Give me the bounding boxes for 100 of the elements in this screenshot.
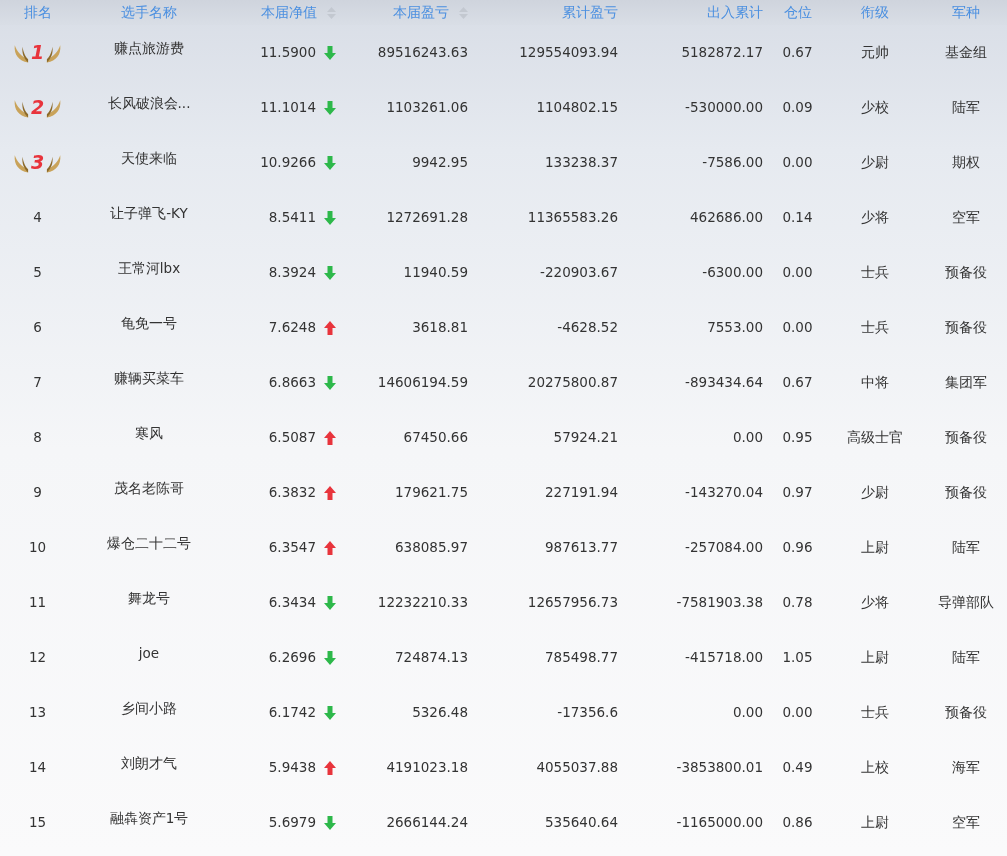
position-ratio: 0.67	[782, 43, 813, 63]
position-ratio: 0.97	[782, 483, 813, 503]
period-profit: 67450.66	[403, 428, 468, 448]
position-ratio: 0.95	[782, 428, 813, 448]
rank-title: 高级士官	[847, 428, 903, 448]
total-profit: 11365583.26	[527, 208, 618, 228]
net-value: 6.2696	[268, 648, 316, 668]
branch-name: 空军	[952, 813, 980, 833]
position-ratio: 1.05	[782, 648, 813, 668]
rank-title: 元帅	[861, 43, 889, 63]
net-inflow: -3853800.01	[676, 758, 763, 778]
position-ratio: 0.00	[782, 703, 813, 723]
net-inflow: -143270.04	[685, 483, 763, 503]
total-profit: 12657956.73	[527, 593, 618, 613]
net-inflow: 462686.00	[690, 208, 763, 228]
player-name: 茂名老陈哥	[114, 479, 184, 498]
rank-number: 6	[33, 318, 42, 338]
period-profit: 179621.75	[395, 483, 468, 503]
position-ratio: 0.14	[782, 208, 813, 228]
rank-number: 11	[28, 593, 47, 613]
rank-number: 14	[28, 758, 47, 778]
position-ratio: 0.00	[782, 263, 813, 283]
net-value: 7.6248	[268, 318, 316, 338]
rank-title: 上尉	[861, 813, 889, 833]
net-inflow: 0.00	[732, 703, 763, 723]
total-profit: 785498.77	[545, 648, 618, 668]
branch-name: 陆军	[952, 538, 980, 558]
net-value: 6.3547	[268, 538, 316, 558]
rank-number: 2	[30, 98, 45, 117]
total-profit: -17356.6	[557, 703, 618, 723]
branch-name: 海军	[952, 758, 980, 778]
period-profit: 1272691.28	[386, 208, 468, 228]
total-profit: 129554093.94	[519, 43, 618, 63]
rank-title: 士兵	[861, 703, 889, 723]
position-ratio: 0.00	[782, 153, 813, 173]
net-inflow: 7553.00	[707, 318, 763, 338]
player-name: 融犇资产1号	[109, 809, 189, 828]
branch-name: 预备役	[945, 703, 987, 723]
net-inflow: -530000.00	[685, 98, 763, 118]
rank-number: 12	[28, 648, 47, 668]
branch-name: 陆军	[952, 98, 980, 118]
position-ratio: 0.86	[782, 813, 813, 833]
net-value: 11.1014	[260, 98, 316, 118]
rank-title: 少尉	[861, 483, 889, 503]
period-profit: 5326.48	[412, 703, 468, 723]
column-header: 仓位	[783, 3, 812, 23]
rank-title: 中将	[861, 373, 889, 393]
rank-title: 上校	[861, 758, 889, 778]
total-profit: 20275800.87	[527, 373, 618, 393]
rank-number: 10	[28, 538, 47, 558]
branch-name: 空军	[952, 208, 980, 228]
player-name: 刘朗才气	[121, 754, 177, 773]
rank-number: 9	[33, 483, 42, 503]
period-profit: 3618.81	[412, 318, 468, 338]
net-value: 5.9438	[268, 758, 316, 778]
net-value: 10.9266	[260, 153, 316, 173]
net-value: 11.5900	[260, 43, 316, 63]
branch-name: 期权	[952, 153, 980, 173]
net-value: 6.5087	[268, 428, 316, 448]
position-ratio: 0.96	[782, 538, 813, 558]
period-profit: 2666144.24	[386, 813, 468, 833]
total-profit: 4055037.88	[536, 758, 618, 778]
player-name: 龟免一号	[121, 314, 177, 333]
rank-number: 7	[33, 373, 42, 393]
branch-name: 基金组	[945, 43, 987, 63]
net-inflow: -415718.00	[685, 648, 763, 668]
net-inflow: 5182872.17	[681, 43, 763, 63]
rank-number: 4	[33, 208, 42, 228]
column-header: 军种	[952, 3, 980, 23]
net-inflow: 0.00	[732, 428, 763, 448]
net-inflow: -1165000.00	[676, 813, 763, 833]
total-profit: 535640.64	[545, 813, 618, 833]
branch-name: 预备役	[945, 318, 987, 338]
player-name: 舞龙号	[128, 589, 170, 608]
rank-title: 少将	[861, 593, 889, 613]
player-name: 让子弹飞-KY	[110, 204, 188, 223]
period-profit: 1103261.06	[386, 98, 468, 118]
rank-number: 5	[33, 263, 42, 283]
column-header: 本届盈亏	[393, 3, 449, 23]
position-ratio: 0.09	[782, 98, 813, 118]
net-value: 8.5411	[268, 208, 316, 228]
player-name: 爆仓二十二号	[107, 534, 191, 553]
column-header: 本届净值	[261, 3, 317, 23]
branch-name: 陆军	[952, 648, 980, 668]
player-name: 长风破浪会...	[107, 94, 191, 113]
branch-name: 预备役	[945, 428, 987, 448]
player-name: 天使来临	[121, 149, 177, 168]
branch-name: 集团军	[945, 373, 987, 393]
period-profit: 89516243.63	[377, 43, 468, 63]
rank-title: 少校	[861, 98, 889, 118]
branch-name: 导弹部队	[938, 593, 994, 613]
rank-number: 13	[28, 703, 47, 723]
total-profit: -220903.67	[540, 263, 618, 283]
branch-name: 预备役	[945, 483, 987, 503]
rank-title: 上尉	[861, 648, 889, 668]
net-inflow: -6300.00	[702, 263, 763, 283]
column-header: 选手名称	[121, 3, 177, 23]
total-profit: 57924.21	[553, 428, 618, 448]
rank-title: 上尉	[861, 538, 889, 558]
column-header: 累计盈亏	[562, 3, 618, 23]
